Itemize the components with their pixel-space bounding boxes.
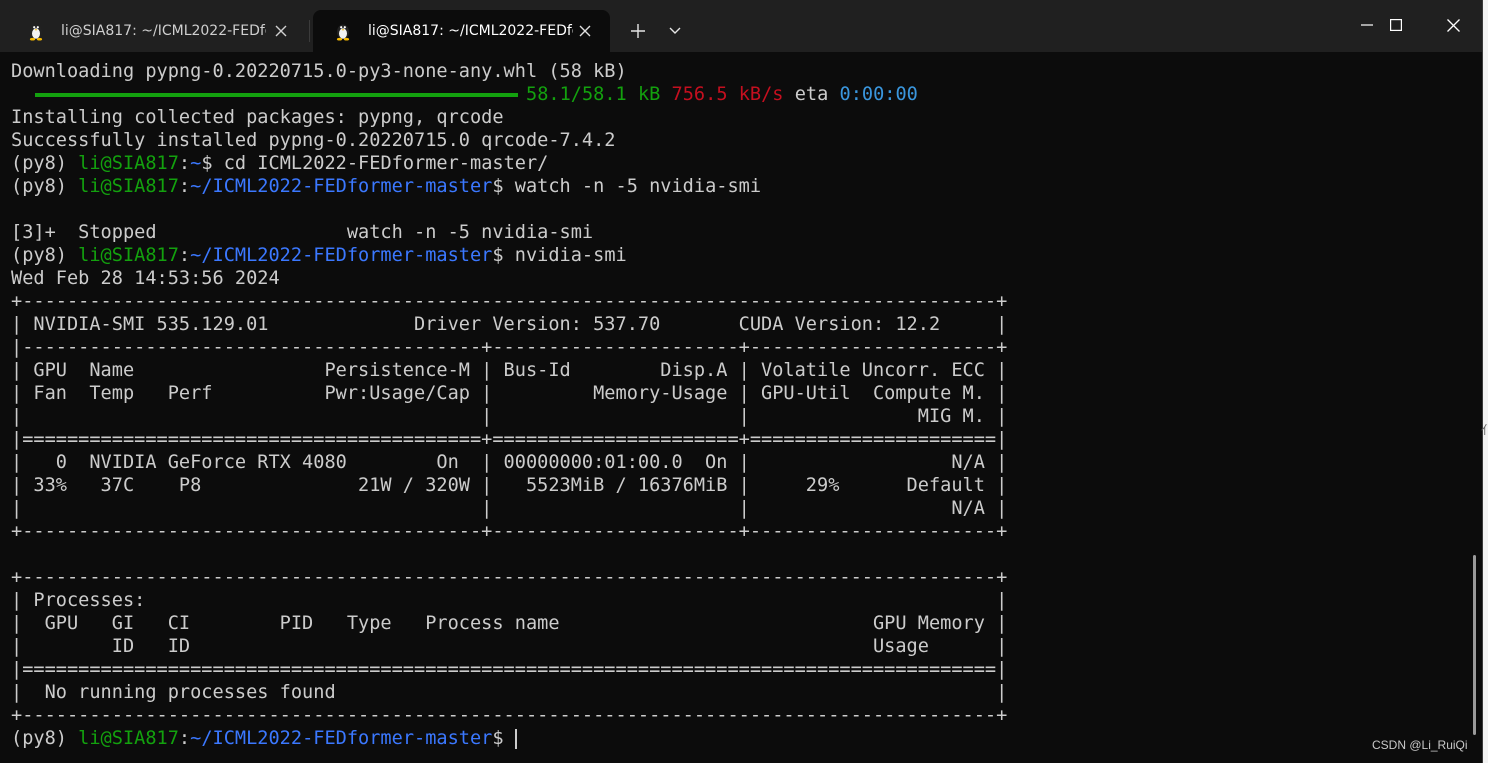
- background-page-text: 亻: [1481, 423, 1488, 437]
- tab-title: li@SIA817: ~/ICML2022-FEDformer-master: [368, 23, 573, 39]
- prompt-dollar: $: [492, 245, 515, 266]
- command-text: cd ICML2022-FEDformer-master/: [223, 153, 549, 174]
- smi-line: |---------------------------------------…: [11, 337, 1008, 358]
- smi-line: | ID ID Usage |: [11, 636, 1008, 657]
- tab-active[interactable]: li@SIA817: ~/ICML2022-FEDformer-master: [313, 10, 610, 52]
- new-tab-button[interactable]: [624, 18, 652, 44]
- download-progress-line: 58.1/58.1 kB 756.5 kB/s eta 0:00:00: [11, 83, 1451, 106]
- prompt-colon: :: [178, 728, 191, 749]
- command-text: nvidia-smi: [514, 245, 627, 266]
- download-line: Downloading pypng-0.20220715.0-py3-none-…: [11, 61, 627, 82]
- download-speed: 756.5 kB/s: [671, 84, 784, 105]
- smi-line: | GPU GI CI PID Type Process name GPU Me…: [11, 613, 1008, 634]
- smi-line: |=======================================…: [11, 429, 1008, 450]
- chevron-down-icon: [669, 27, 681, 34]
- smi-line: | Fan Temp Perf Pwr:Usage/Cap | Memory-U…: [11, 383, 1008, 404]
- smi-line: | No running processes found |: [11, 682, 1008, 703]
- prompt-colon: :: [178, 245, 191, 266]
- prompt-env: (py8): [11, 728, 79, 749]
- download-size: 58.1/58.1 kB: [526, 84, 661, 105]
- prompt-path: ~/ICML2022-FEDformer-master: [190, 245, 493, 266]
- smi-line: Wed Feb 28 14:53:56 2024: [11, 268, 280, 289]
- prompt-line: (py8) li@SIA817:~/ICML2022-FEDformer-mas…: [11, 175, 1451, 198]
- eta-label: eta: [794, 84, 829, 105]
- smi-line: +---------------------------------------…: [11, 521, 1008, 542]
- terminal-window: li@SIA817: ~/ICML2022-FEDformer-master l…: [0, 0, 1483, 763]
- prompt-dollar: $: [492, 728, 515, 749]
- smi-line: | 0 NVIDIA GeForce RTX 4080 On | 0000000…: [11, 452, 1008, 473]
- title-bar: li@SIA817: ~/ICML2022-FEDformer-master l…: [0, 0, 1482, 52]
- text-cursor: [514, 728, 517, 749]
- install-success-line: Successfully installed pypng-0.20220715.…: [11, 130, 616, 151]
- smi-line: |=======================================…: [11, 659, 1008, 680]
- stopped-job-line: [3]+ Stopped watch -n -5 nvidia-smi: [11, 222, 594, 243]
- prompt-line: (py8) li@SIA817:~$ cd ICML2022-FEDformer…: [11, 152, 1451, 175]
- smi-line: | NVIDIA-SMI 535.129.01 Driver Version: …: [11, 314, 1008, 335]
- close-icon[interactable]: [574, 20, 596, 42]
- vertical-scrollbar[interactable]: [1473, 555, 1476, 735]
- close-icon: [1446, 18, 1460, 32]
- prompt-colon: :: [178, 153, 191, 174]
- prompt-dollar: $: [201, 153, 224, 174]
- prompt-userhost: li@SIA817: [78, 176, 179, 197]
- prompt-dollar: $: [492, 176, 515, 197]
- smi-line: +---------------------------------------…: [11, 705, 1008, 726]
- prompt-userhost: li@SIA817: [78, 153, 179, 174]
- tux-penguin-icon: [336, 24, 350, 41]
- active-prompt-line[interactable]: (py8) li@SIA817:~/ICML2022-FEDformer-mas…: [11, 727, 1451, 750]
- smi-line: [11, 543, 1451, 566]
- watermark: CSDN @Li_RuiQi: [1372, 738, 1468, 752]
- tab-divider: [309, 20, 310, 42]
- smi-line: | Processes: |: [11, 590, 1008, 611]
- background-page-edge: [1483, 0, 1488, 763]
- maximize-icon: [1390, 19, 1402, 31]
- terminal-output[interactable]: Downloading pypng-0.20220715.0-py3-none-…: [11, 60, 1451, 760]
- progress-bar: [35, 92, 518, 97]
- prompt-env: (py8): [11, 176, 79, 197]
- prompt-path: ~/ICML2022-FEDformer-master: [190, 176, 493, 197]
- tab-inactive[interactable]: li@SIA817: ~/ICML2022-FEDformer-master: [6, 10, 306, 52]
- install-collecting-line: Installing collected packages: pypng, qr…: [11, 107, 504, 128]
- prompt-colon: :: [178, 176, 191, 197]
- command-text: watch -n -5 nvidia-smi: [514, 176, 762, 197]
- plus-icon: [631, 24, 645, 38]
- prompt-path: ~: [190, 153, 202, 174]
- prompt-env: (py8): [11, 153, 79, 174]
- tab-title: li@SIA817: ~/ICML2022-FEDformer-master: [61, 23, 266, 39]
- prompt-line: (py8) li@SIA817:~/ICML2022-FEDformer-mas…: [11, 244, 1451, 267]
- smi-line: +---------------------------------------…: [11, 291, 1008, 312]
- eta-value: 0:00:00: [839, 84, 918, 105]
- prompt-env: (py8): [11, 245, 79, 266]
- smi-line: | 33% 37C P8 21W / 320W | 5523MiB / 1637…: [11, 475, 1008, 496]
- smi-line: | | | N/A |: [11, 498, 1008, 519]
- smi-line: | GPU Name Persistence-M | Bus-Id Disp.A…: [11, 360, 1008, 381]
- smi-line: +---------------------------------------…: [11, 567, 1008, 588]
- smi-line: | | | MIG M. |: [11, 406, 1008, 427]
- close-icon[interactable]: [270, 20, 292, 42]
- prompt-userhost: li@SIA817: [78, 728, 179, 749]
- prompt-userhost: li@SIA817: [78, 245, 179, 266]
- prompt-path: ~/ICML2022-FEDformer-master: [190, 728, 493, 749]
- tux-penguin-icon: [29, 24, 43, 41]
- maximize-button[interactable]: [1367, 0, 1425, 50]
- profile-dropdown-button[interactable]: [662, 18, 688, 44]
- window-close-button[interactable]: [1424, 0, 1482, 50]
